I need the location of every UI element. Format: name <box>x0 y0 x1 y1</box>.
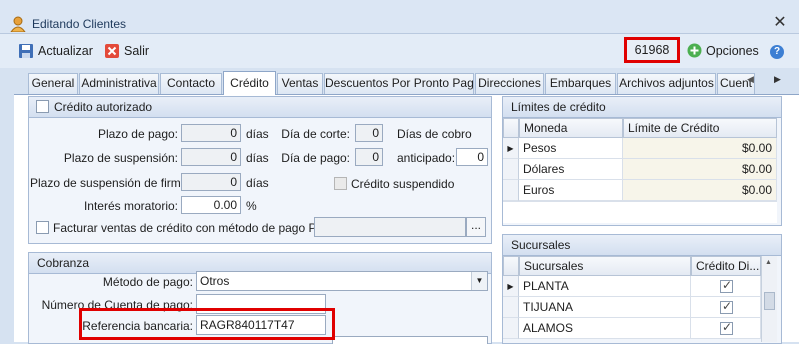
tab-credito[interactable]: Crédito <box>223 71 276 95</box>
partial-field <box>332 336 488 344</box>
tab-scroll-right-icon[interactable]: ▶ <box>774 74 781 85</box>
metodo-pago-select[interactable]: Otros ▼ <box>196 271 488 291</box>
anticipado-label: anticipado: <box>397 151 456 165</box>
row-indicator <box>503 180 519 201</box>
limites-row-moneda[interactable]: Pesos <box>519 138 623 159</box>
options-button[interactable]: Opciones <box>687 43 759 58</box>
plazo-suspension-firma-unit: días <box>246 176 269 190</box>
dia-corte-field[interactable]: 0 <box>355 124 383 142</box>
scroll-up-icon[interactable]: ▲ <box>765 259 772 266</box>
update-button[interactable]: Actualizar <box>18 43 93 59</box>
dia-pago-field[interactable]: 0 <box>355 148 383 166</box>
anticipado-field[interactable]: 0 <box>456 148 488 166</box>
row-indicator-icon: ▶ <box>503 138 519 159</box>
pue-selector-field <box>314 217 466 237</box>
tab-contacto[interactable]: Contacto <box>160 73 222 94</box>
dia-corte-label: Día de corte: <box>281 127 350 141</box>
plazo-suspension-firma-field[interactable]: 0 <box>181 173 241 191</box>
sucursal-credito-checkbox[interactable] <box>720 278 733 293</box>
plazo-pago-field[interactable]: 0 <box>181 124 241 142</box>
metodo-pago-value: Otros <box>200 274 230 288</box>
row-indicator <box>503 297 519 318</box>
limites-header: Límites de crédito <box>503 97 781 118</box>
limites-empty-area <box>503 201 777 223</box>
row-indicator <box>503 318 519 339</box>
interes-moratorio-label: Interés moratorio: <box>83 199 178 213</box>
row-indicator <box>503 159 519 180</box>
sucursales-header: Sucursales <box>503 235 781 256</box>
folio-highlight <box>624 37 680 63</box>
pue-checkbox[interactable] <box>36 221 49 234</box>
credit-authorized-label: Crédito autorizado <box>54 100 153 114</box>
col-limite[interactable]: Límite de Crédito <box>623 118 777 138</box>
tab-direcciones[interactable]: Direcciones <box>475 73 544 94</box>
tab-general[interactable]: General <box>28 73 78 94</box>
plazo-pago-unit: días <box>246 127 269 141</box>
credit-authorized-header: Crédito autorizado <box>29 97 491 118</box>
tab-administrativa[interactable]: Administrativa <box>79 73 159 94</box>
col-moneda[interactable]: Moneda <box>519 118 623 138</box>
plazo-pago-label: Plazo de pago: <box>97 127 178 141</box>
exit-icon <box>105 44 119 58</box>
plazo-suspension-unit: días <box>246 151 269 165</box>
credito-suspendido-label: Crédito suspendido <box>351 177 455 191</box>
credito-suspendido-checkbox[interactable] <box>334 177 347 190</box>
user-icon <box>10 16 26 32</box>
options-label: Opciones <box>706 43 759 58</box>
window-title: Editando Clientes <box>32 17 127 31</box>
limites-row-limite[interactable]: $0.00 <box>623 138 777 159</box>
plazo-suspension-field[interactable]: 0 <box>181 148 241 166</box>
close-icon[interactable]: ✕ <box>770 12 790 32</box>
credit-authorized-checkbox[interactable] <box>36 100 49 113</box>
interes-percent: % <box>246 199 257 213</box>
tab-descuentos[interactable]: Descuentos Por Pronto Pago <box>324 73 474 94</box>
limites-row-moneda[interactable]: Euros <box>519 180 623 201</box>
interes-moratorio-field[interactable]: 0.00 <box>181 196 241 214</box>
sucursal-name[interactable]: PLANTA <box>519 276 691 297</box>
sucursal-credito-checkbox[interactable] <box>720 299 733 314</box>
title-bar: Editando Clientes ✕ <box>0 0 799 34</box>
pue-label: Facturar ventas de crédito con método de… <box>53 221 334 235</box>
dias-cobro-label: Días de cobro <box>397 127 472 141</box>
chevron-down-icon[interactable]: ▼ <box>471 272 487 290</box>
col-credito-disponible[interactable]: Crédito Di... <box>691 256 761 276</box>
tab-embarques[interactable]: Embarques <box>545 73 616 94</box>
scroll-thumb[interactable] <box>764 292 775 310</box>
sucursal-name[interactable]: TIJUANA <box>519 297 691 318</box>
exit-label: Salir <box>124 44 150 58</box>
metodo-pago-label: Método de pago: <box>102 275 193 289</box>
dia-pago-label: Día de pago: <box>281 151 350 165</box>
sucursal-name[interactable]: ALAMOS <box>519 318 691 339</box>
highlight-box <box>79 308 335 340</box>
sucursales-corner <box>503 256 519 276</box>
plazo-suspension-label: Plazo de suspensión: <box>63 151 178 165</box>
add-circle-icon <box>687 43 702 58</box>
limites-row-limite[interactable]: $0.00 <box>623 159 777 180</box>
sucursal-credito-checkbox[interactable] <box>720 320 733 335</box>
col-sucursales[interactable]: Sucursales <box>519 256 691 276</box>
sucursales-scrollbar[interactable]: ▲ <box>761 256 777 342</box>
row-indicator-icon: ▶ <box>503 276 519 297</box>
limites-row-limite[interactable]: $0.00 <box>623 180 777 201</box>
save-icon <box>19 44 33 58</box>
tab-ventas[interactable]: Ventas <box>277 73 323 94</box>
limites-row-moneda[interactable]: Dólares <box>519 159 623 180</box>
plazo-suspension-firma-label: Plazo de suspensión de firma: <box>30 176 191 190</box>
pue-browse-button[interactable]: ... <box>466 217 486 237</box>
update-label: Actualizar <box>38 44 93 58</box>
tab-strip: General Administrativa Contacto Crédito … <box>28 71 788 95</box>
tab-scroll-left-icon[interactable]: ◀ <box>747 74 754 85</box>
limites-corner <box>503 118 519 138</box>
help-icon[interactable]: ? <box>770 45 784 59</box>
exit-button[interactable]: Salir <box>104 43 149 59</box>
tab-archivos-adjuntos[interactable]: Archivos adjuntos <box>617 73 716 94</box>
